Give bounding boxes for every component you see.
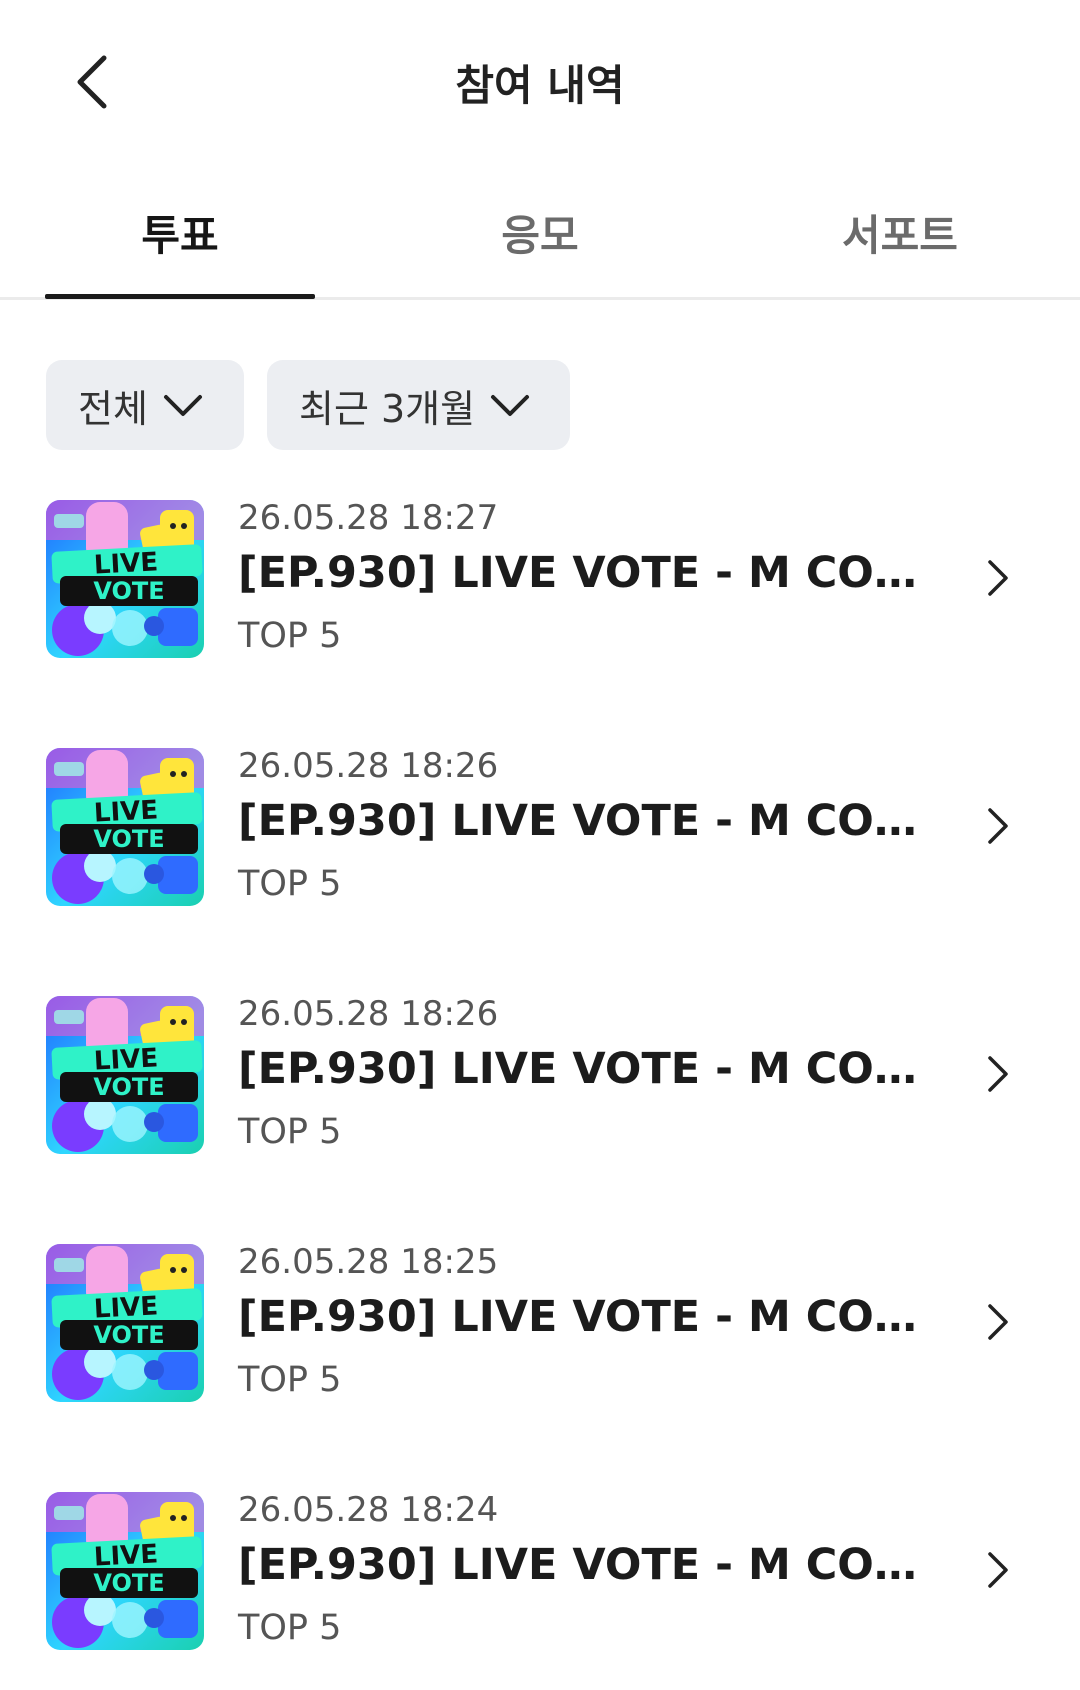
chevron-right-icon [988,808,1008,844]
tab-bar: 투표 응모 서포트 [0,160,1080,300]
vote-date: 26.05.28 18:26 [238,746,499,786]
vote-history-item[interactable]: LIVE VOTE 26.05.28 18:25 [EP.930] LIVE V… [0,1242,1080,1442]
vote-rank: TOP 5 [238,1112,342,1152]
vote-date: 26.05.28 18:25 [238,1242,499,1282]
thumbnail-text-live: LIVE [93,1291,159,1324]
live-vote-thumbnail: LIVE VOTE [46,996,204,1154]
vote-rank: TOP 5 [238,616,342,656]
active-tab-indicator [45,294,315,299]
chevron-right-icon [988,1552,1008,1588]
vote-rank: TOP 5 [238,864,342,904]
live-vote-thumbnail: LIVE VOTE [46,1244,204,1402]
thumbnail-text-vote: VOTE [93,1569,164,1597]
thumbnail-text-live: LIVE [93,547,159,580]
vote-history-item[interactable]: LIVE VOTE 26.05.28 18:27 [EP.930] LIVE V… [0,498,1080,698]
thumbnail-text-live: LIVE [93,1539,159,1572]
vote-date: 26.05.28 18:27 [238,498,499,538]
vote-history-item[interactable]: LIVE VOTE 26.05.28 18:26 [EP.930] LIVE V… [0,746,1080,946]
thumbnail-text-vote: VOTE [93,577,164,605]
page-title: 참여 내역 [455,61,625,110]
chevron-right-icon [988,560,1008,596]
vote-rank: TOP 5 [238,1608,342,1648]
period-filter-label: 최근 3개월 [299,386,476,431]
live-vote-thumbnail: LIVE VOTE [46,1492,204,1650]
vote-title: [EP.930] LIVE VOTE - M COUN... [238,548,918,598]
vote-history-item[interactable]: LIVE VOTE 26.05.28 18:24 [EP.930] LIVE V… [0,1490,1080,1690]
vote-title: [EP.930] LIVE VOTE - M COUN... [238,1044,918,1094]
chevron-right-icon [988,1056,1008,1092]
vote-history-item[interactable]: LIVE VOTE 26.05.28 18:26 [EP.930] LIVE V… [0,994,1080,1194]
thumbnail-text-live: LIVE [93,795,159,828]
chevron-down-icon [491,395,530,416]
vote-title: [EP.930] LIVE VOTE - M COUN... [238,1292,918,1342]
vote-date: 26.05.28 18:26 [238,994,499,1034]
chevron-right-icon [988,1304,1008,1340]
thumbnail-text-vote: VOTE [93,1321,164,1349]
category-filter-label: 전체 [78,386,148,431]
thumbnail-text-live: LIVE [93,1043,159,1076]
period-filter-dropdown[interactable]: 최근 3개월 [267,360,570,450]
live-vote-thumbnail: LIVE VOTE [46,748,204,906]
tab-entry[interactable]: 응모 [390,202,690,300]
vote-title: [EP.930] LIVE VOTE - M COUN... [238,1540,918,1590]
header: 참여 내역 [0,0,1080,160]
thumbnail-text-vote: VOTE [93,1073,164,1101]
live-vote-thumbnail: LIVE VOTE [46,500,204,658]
thumbnail-text-vote: VOTE [93,825,164,853]
chevron-down-icon [163,395,202,416]
tab-support[interactable]: 서포트 [750,202,1050,300]
vote-title: [EP.930] LIVE VOTE - M COUN... [238,796,918,846]
vote-rank: TOP 5 [238,1360,342,1400]
vote-date: 26.05.28 18:24 [238,1490,499,1530]
tab-vote[interactable]: 투표 [30,202,330,300]
category-filter-dropdown[interactable]: 전체 [46,360,244,450]
